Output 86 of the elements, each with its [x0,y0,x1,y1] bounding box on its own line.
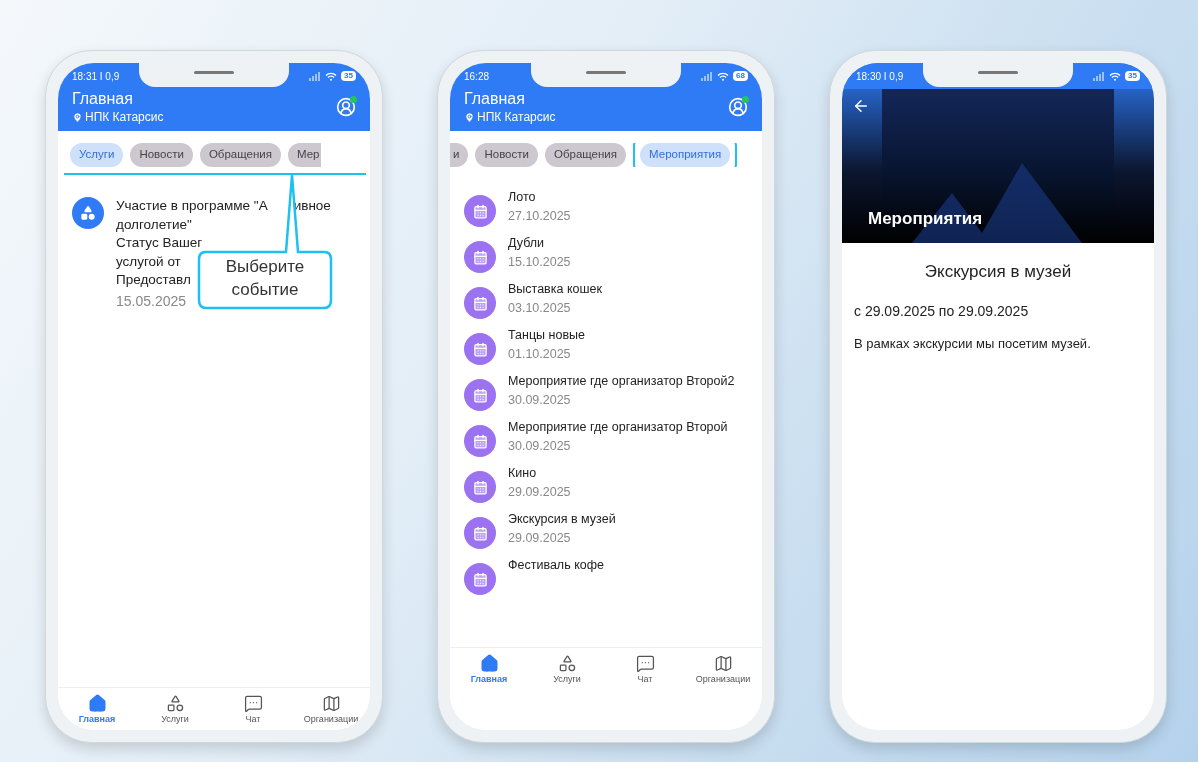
nav-icon [635,653,655,673]
nav-tab[interactable]: Главная [62,693,132,726]
signal-icon [309,71,322,81]
pin-icon [72,111,83,123]
event-date: 27.10.2025 [508,208,571,225]
nav-tab[interactable]: Организации [688,653,758,686]
signal-icon [701,71,714,81]
service-text: Предоставл [116,271,191,289]
event-title[interactable]: Лото [508,189,571,206]
profile-icon [336,97,356,117]
calendar-icon [464,287,496,319]
event-dates: с 29.09.2025 по 29.09.2025 [854,301,1030,321]
callout-text: Выберите событие [224,256,306,301]
filter-tab[interactable]: Мероприятия [640,143,731,167]
header-title: Главная [464,89,526,109]
event-title[interactable]: Танцы новые [508,327,585,344]
wifi-icon [325,71,338,81]
filter-tab[interactable]: Мер [287,143,322,167]
wifi-icon [1109,71,1122,81]
nav-icon [165,693,185,713]
battery-indicator: 35 [341,71,356,81]
service-icon [72,197,104,229]
event-title[interactable]: Дубли [508,235,571,252]
calendar-icon [464,241,496,273]
event-date: 03.10.2025 [508,300,572,317]
nav-tab[interactable]: Чат [610,653,680,686]
nav-tab[interactable]: Услуги [532,653,602,686]
wifi-icon [717,71,730,81]
signal-icon [1093,71,1106,81]
event-title[interactable]: Мероприятие где организатор Второй2 [508,373,735,390]
filter-tab[interactable]: Обращения [544,143,627,167]
calendar-icon [464,471,496,503]
filter-tab[interactable]: Новости [475,143,538,167]
battery-indicator: 35 [1125,71,1140,81]
service-text: Статус Вашег [116,234,203,252]
nav-icon [87,693,107,713]
back-button[interactable] [852,97,870,115]
event-heading: Экскурсия в музей [923,261,1073,283]
event-title[interactable]: Экскурсия в музей [508,511,616,528]
service-text: Участие в программе "А [116,197,268,215]
header-title: Главная [72,89,134,109]
event-date: 29.09.2025 [508,530,572,547]
calendar-icon [464,379,496,411]
event-title[interactable]: Мероприятие где организатор Второй [508,419,728,436]
service-text: услугой от [116,252,181,271]
event-title[interactable]: Выставка кошек [508,281,602,298]
calendar-icon [464,333,496,365]
status-time: 16:28 [464,69,490,84]
event-title[interactable]: Фестиваль кофе [508,557,604,574]
event-date: 30.09.2025 [508,392,572,409]
event-title[interactable]: Кино [508,465,571,482]
calendar-icon [464,425,496,457]
profile-button[interactable] [336,97,356,117]
status-time: 18:30 I 0,9 [856,69,904,84]
filter-tab[interactable]: Новости [130,143,193,167]
battery-indicator: 68 [733,71,748,81]
event-date: 15.10.2025 [508,254,571,271]
pin-icon [464,111,475,123]
service-text: долголетие" [116,215,192,234]
filter-tab[interactable]: Обращения [199,143,281,167]
location-label[interactable]: НПК Катарсис [464,109,556,125]
status-time: 18:31 I 0,9 [72,69,120,84]
nav-tab[interactable]: Главная [454,653,524,686]
nav-tab[interactable]: Чат [218,693,288,726]
filter-tab[interactable]: Услуги [70,143,124,167]
nav-icon [243,693,263,713]
service-text: ивное [293,197,331,215]
calendar-icon [464,517,496,549]
nav-tab[interactable]: Организации [296,693,366,726]
nav-icon [321,693,341,713]
nav-icon [713,653,733,673]
calendar-icon [464,563,496,595]
profile-icon [728,97,748,117]
filter-tab[interactable]: и [450,143,469,167]
event-date: 30.09.2025 [508,438,572,455]
calendar-icon [464,195,496,227]
service-date: 15.05.2025 [116,291,188,310]
location-label[interactable]: НПК Катарсис [72,109,164,125]
banner-title: Мероприятия [868,207,983,230]
nav-icon [479,653,499,673]
nav-tab[interactable]: Услуги [140,693,210,726]
profile-button[interactable] [728,97,748,117]
event-date: 29.09.2025 [508,484,571,501]
nav-icon [557,653,577,673]
event-description: В рамках экскурсии мы посетим музей. [854,334,1092,353]
event-date: 01.10.2025 [508,346,572,363]
